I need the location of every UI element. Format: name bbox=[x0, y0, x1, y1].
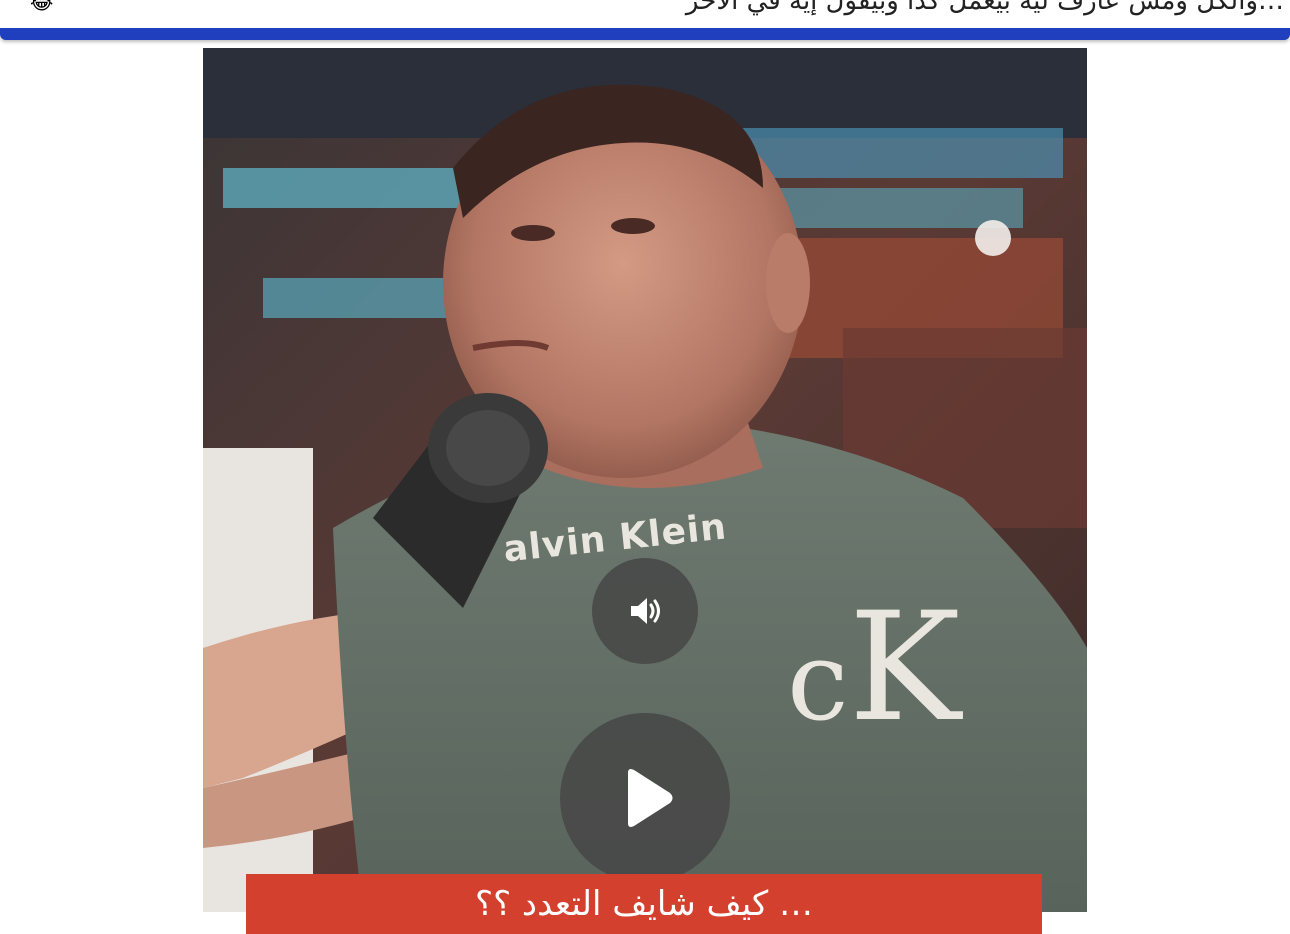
shirt-logo: cK bbox=[787, 593, 961, 743]
post-caption-bar: 😂 …والكل ومش عارف ليه بيعمل كدا وبيقول إ… bbox=[0, 0, 1290, 30]
shirt-logo-text: cK bbox=[787, 581, 961, 755]
right-gutter bbox=[1087, 48, 1290, 912]
post-caption: …والكل ومش عارف ليه بيعمل كدا وبيقول إيه… bbox=[685, 0, 1284, 16]
play-button[interactable] bbox=[560, 713, 730, 883]
video-subtitle: … كيف شايف التعدد ؟؟ bbox=[246, 874, 1042, 934]
shirt-logo-k: K bbox=[848, 581, 961, 755]
speaker-icon bbox=[631, 598, 660, 624]
accent-divider bbox=[0, 28, 1290, 40]
left-gutter bbox=[0, 48, 203, 912]
play-icon bbox=[628, 769, 673, 827]
emoji-icon: 😂 bbox=[30, 0, 54, 14]
unmute-button[interactable] bbox=[592, 558, 698, 664]
shirt-logo-c: c bbox=[787, 617, 849, 745]
